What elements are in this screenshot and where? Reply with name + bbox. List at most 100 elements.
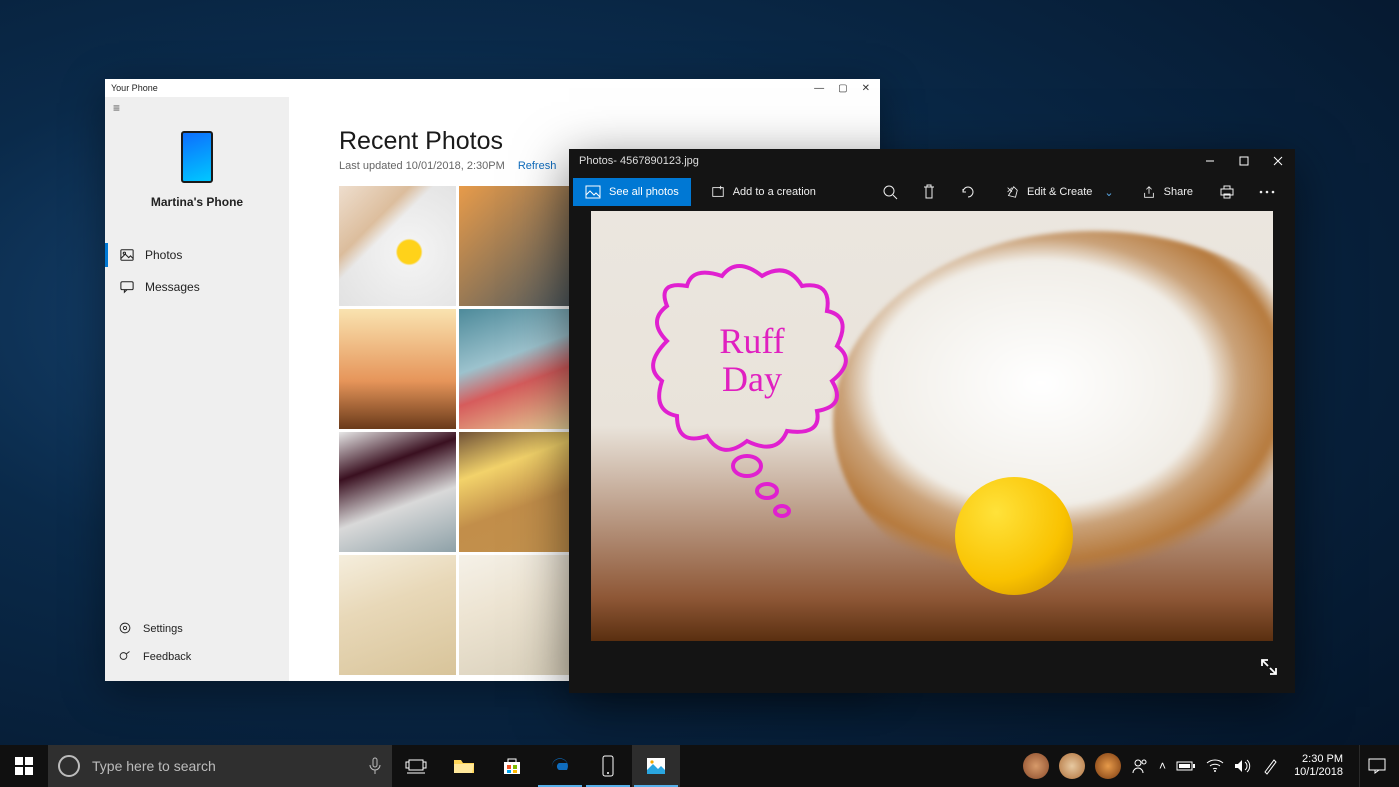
search-box[interactable]: Type here to search	[48, 745, 392, 787]
action-center-button[interactable]	[1359, 745, 1393, 787]
ink-annotation: Ruff Day	[637, 261, 867, 521]
zoom-button[interactable]	[870, 178, 910, 206]
photos-taskbar-button[interactable]	[632, 745, 680, 787]
clock-date: 10/1/2018	[1294, 766, 1343, 779]
photo-thumb[interactable]	[459, 186, 576, 306]
rotate-button[interactable]	[948, 178, 988, 206]
close-button[interactable]: ✕	[862, 83, 870, 94]
add-creation-label: Add to a creation	[733, 186, 816, 198]
chevron-down-icon: ⌄	[1104, 186, 1113, 199]
search-placeholder: Type here to search	[92, 758, 216, 774]
share-icon	[1142, 185, 1156, 199]
maximize-button[interactable]	[1227, 150, 1261, 172]
people-avatar[interactable]	[1023, 753, 1049, 779]
clock[interactable]: 2:30 PM 10/1/2018	[1294, 753, 1343, 778]
share-label: Share	[1164, 186, 1193, 198]
taskbar: Type here to search ˄	[0, 745, 1399, 787]
edge-button[interactable]	[536, 745, 584, 787]
phone-illustration: Martina's Phone	[105, 119, 289, 219]
photo-thumb[interactable]	[339, 309, 456, 429]
file-explorer-button[interactable]	[440, 745, 488, 787]
hamburger-icon[interactable]: ≡	[105, 97, 289, 119]
edit-create-button[interactable]: Edit & Create ⌄	[991, 178, 1128, 206]
zoom-icon	[882, 184, 898, 200]
sidebar-item-messages[interactable]: Messages	[105, 271, 289, 303]
notification-icon	[1368, 758, 1386, 774]
trash-icon	[922, 184, 936, 200]
print-icon	[1219, 185, 1235, 199]
rotate-icon	[960, 184, 976, 200]
photo-thumb[interactable]	[339, 186, 456, 306]
delete-button[interactable]	[910, 178, 948, 206]
people-icon	[1131, 757, 1149, 775]
messages-icon	[119, 279, 135, 295]
taskview-icon	[405, 758, 427, 774]
sidebar-item-photos[interactable]: Photos	[105, 239, 289, 271]
photo-thumb[interactable]	[339, 432, 456, 552]
taskview-button[interactable]	[392, 745, 440, 787]
sidebar-item-feedback[interactable]: Feedback	[105, 643, 289, 671]
refresh-link[interactable]: Refresh	[518, 160, 557, 172]
share-button[interactable]: Share	[1128, 178, 1207, 206]
cortana-icon	[58, 755, 80, 777]
edit-icon	[1005, 185, 1019, 199]
more-button[interactable]	[1247, 178, 1287, 206]
last-updated-text: Last updated 10/01/2018, 2:30PM	[339, 160, 505, 172]
photo-thumb[interactable]	[339, 555, 456, 675]
minimize-button[interactable]	[1193, 150, 1227, 172]
photo-thumb[interactable]	[459, 555, 576, 675]
close-button[interactable]	[1261, 150, 1295, 172]
edit-create-label: Edit & Create	[1027, 186, 1092, 198]
tray-chevron[interactable]: ˄	[1159, 759, 1166, 773]
photos-toolbar: See all photos Add to a creation Edit & …	[569, 173, 1295, 211]
windows-icon	[15, 757, 33, 775]
gear-icon	[119, 622, 133, 636]
add-creation-icon	[711, 185, 725, 199]
more-icon	[1259, 190, 1275, 194]
taskbar-tray: ˄ 2:30 PM 10/1/2018	[1023, 745, 1399, 787]
yourphone-sidebar: ≡ Martina's Phone Photos	[105, 97, 289, 681]
mic-icon[interactable]	[368, 757, 382, 775]
photos-icon	[119, 247, 135, 263]
feedback-label: Feedback	[143, 651, 191, 663]
phone-icon	[181, 131, 213, 183]
photos-app-icon	[646, 757, 666, 775]
settings-label: Settings	[143, 623, 183, 635]
sidebar-photos-label: Photos	[145, 248, 182, 262]
start-button[interactable]	[0, 745, 48, 787]
yourphone-title: Your Phone	[111, 83, 158, 93]
annotation-text: Ruff Day	[637, 323, 867, 399]
minimize-button[interactable]: —	[814, 83, 824, 94]
sidebar-item-settings[interactable]: Settings	[105, 615, 289, 643]
yourphone-titlebar: Your Phone — ▢ ✕	[105, 79, 880, 97]
battery-icon[interactable]	[1176, 760, 1196, 772]
people-avatar[interactable]	[1095, 753, 1121, 779]
fullscreen-button[interactable]	[1253, 651, 1285, 683]
folder-icon	[453, 757, 475, 775]
feedback-icon	[119, 650, 133, 664]
photo-thumb[interactable]	[459, 309, 576, 429]
print-button[interactable]	[1207, 178, 1247, 206]
photos-window: Photos- 4567890123.jpg See all photos Ad…	[569, 149, 1295, 693]
phone-name-label: Martina's Phone	[151, 195, 243, 209]
taskbar-apps	[392, 745, 680, 787]
clock-time: 2:30 PM	[1294, 753, 1343, 766]
ink-workspace-icon[interactable]	[1262, 757, 1278, 775]
store-button[interactable]	[488, 745, 536, 787]
people-button[interactable]	[1131, 757, 1149, 775]
phone-icon	[601, 755, 615, 777]
photo-thumb[interactable]	[459, 432, 576, 552]
expand-icon	[1259, 657, 1279, 677]
photo-canvas: Ruff Day	[591, 211, 1273, 641]
store-icon	[502, 756, 522, 776]
yourphone-taskbar-button[interactable]	[584, 745, 632, 787]
photo-icon	[585, 185, 601, 199]
people-avatar[interactable]	[1059, 753, 1085, 779]
sidebar-messages-label: Messages	[145, 280, 200, 294]
volume-icon[interactable]	[1234, 759, 1252, 773]
add-to-creation-button[interactable]: Add to a creation	[697, 178, 830, 206]
see-all-photos-button[interactable]: See all photos	[573, 178, 691, 206]
photos-title: Photos- 4567890123.jpg	[579, 155, 699, 167]
wifi-icon[interactable]	[1206, 759, 1224, 773]
maximize-button[interactable]: ▢	[838, 83, 847, 94]
